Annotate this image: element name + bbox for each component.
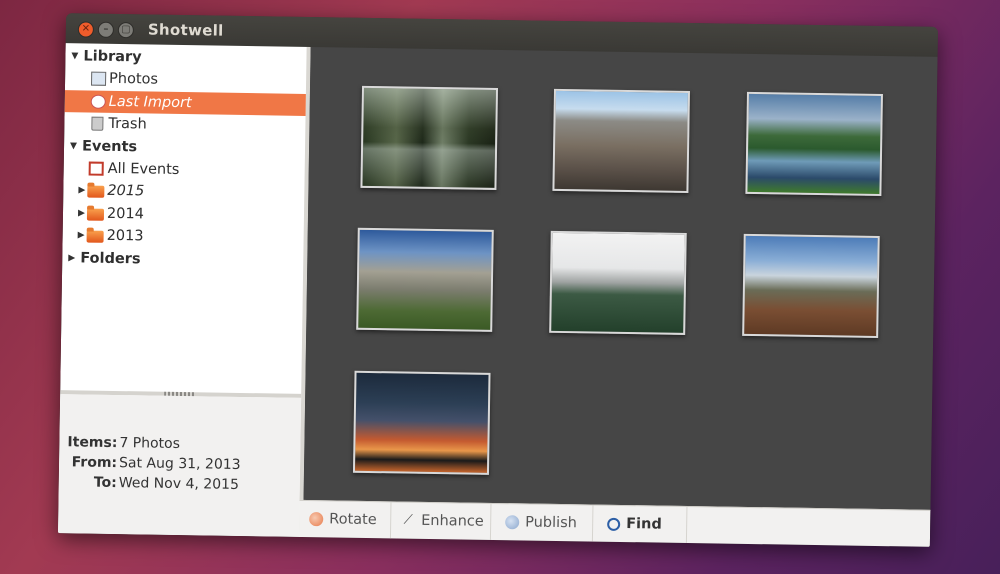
from-value: Sat Aug 31, 2013 xyxy=(118,455,241,473)
find-button[interactable]: Find xyxy=(592,505,688,544)
library-info-panel: Items: 7 Photos From: Sat Aug 31, 2013 T… xyxy=(57,394,302,537)
publish-button[interactable]: Publish xyxy=(490,503,594,543)
expand-arrow-icon[interactable]: ▼ xyxy=(71,45,81,67)
folder-icon xyxy=(87,185,105,199)
items-value: 7 Photos xyxy=(119,435,181,453)
photo-thumbnail[interactable] xyxy=(360,85,499,190)
shotwell-window: ✕ – ▢ Shotwell ▼ Library Photos Last Imp… xyxy=(57,13,939,547)
close-window-button[interactable]: ✕ xyxy=(77,21,95,38)
magic-wand-icon: ⟋ xyxy=(403,512,413,528)
photos-icon xyxy=(90,71,107,87)
photo-thumbnail[interactable] xyxy=(356,227,494,332)
expand-arrow-icon[interactable]: ▶ xyxy=(68,247,78,269)
enhance-button[interactable]: ⟋ Enhance xyxy=(390,502,492,541)
search-icon xyxy=(607,517,621,531)
events-icon xyxy=(88,161,104,176)
photo-thumbnail[interactable] xyxy=(742,233,880,338)
maximize-window-button[interactable]: ▢ xyxy=(117,21,135,39)
from-key: From: xyxy=(71,454,118,472)
sidebar: ▼ Library Photos Last Import Trash ▼ Eve… xyxy=(57,43,311,537)
photo-thumbnail[interactable] xyxy=(745,91,883,197)
expand-arrow-icon[interactable]: ▼ xyxy=(70,135,80,157)
folder-icon xyxy=(86,208,105,221)
photo-viewer xyxy=(303,47,938,510)
sidebar-item-folders[interactable]: ▶ Folders xyxy=(62,247,303,273)
minimize-window-button[interactable]: – xyxy=(97,21,115,38)
rotate-button[interactable]: Rotate xyxy=(298,500,392,540)
to-value: Wed Nov 4, 2015 xyxy=(118,475,240,493)
items-key: Items: xyxy=(67,434,118,452)
window-title: Shotwell xyxy=(147,20,224,40)
rotate-icon xyxy=(309,512,324,527)
photo-thumbnail[interactable] xyxy=(552,88,690,193)
photo-thumbnail[interactable] xyxy=(352,370,491,475)
trash-icon xyxy=(91,116,104,131)
folder-icon xyxy=(86,230,104,243)
sidebar-tree: ▼ Library Photos Last Import Trash ▼ Eve… xyxy=(62,45,306,273)
publish-globe-icon xyxy=(505,515,520,530)
to-key: To: xyxy=(93,474,117,492)
photo-thumbnail[interactable] xyxy=(549,230,687,335)
import-icon xyxy=(90,94,106,109)
